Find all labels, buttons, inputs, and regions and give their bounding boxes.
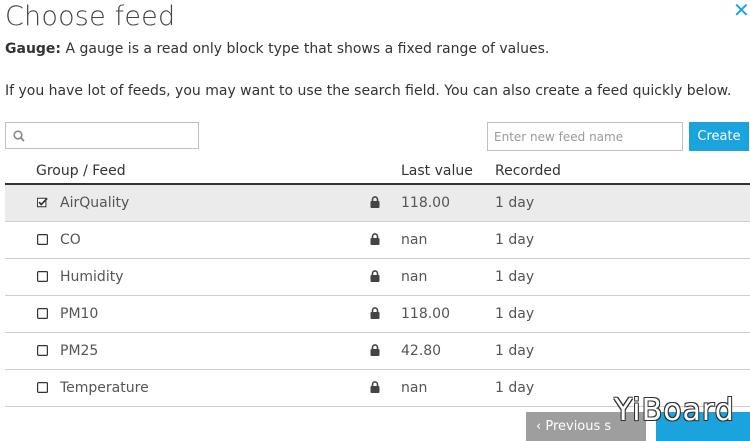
table-row[interactable]: PM10 118.00 1 day: [5, 296, 750, 333]
feed-name: PM10: [60, 306, 99, 322]
checkbox-icon[interactable]: [37, 271, 48, 282]
feed-name: Temperature: [60, 380, 149, 396]
close-icon[interactable]: ✕: [733, 0, 750, 20]
table-row[interactable]: PM25 42.80 1 day: [5, 333, 750, 370]
recorded: 1 day: [495, 269, 535, 285]
checkbox-icon[interactable]: [37, 234, 48, 245]
last-value: 118.00: [401, 195, 450, 211]
search-icon: [13, 130, 25, 142]
last-value: 42.80: [401, 343, 442, 359]
recorded: 1 day: [495, 306, 535, 322]
lock-icon: [370, 270, 380, 282]
feed-name: Humidity: [60, 269, 124, 285]
block-description: Gauge: A gauge is a read only block type…: [5, 41, 549, 57]
page-title: Choose feed: [5, 1, 176, 32]
lock-icon: [370, 196, 380, 208]
block-type-text: A gauge is a read only block type that s…: [61, 41, 550, 57]
header-group-feed: Group / Feed: [36, 163, 126, 179]
create-button[interactable]: Create: [689, 122, 749, 151]
feed-name: CO: [60, 232, 81, 248]
info-text: If you have lot of feeds, you may want t…: [5, 83, 732, 99]
new-feed-name-input[interactable]: [487, 122, 683, 151]
lock-icon: [370, 344, 380, 356]
lock-icon: [370, 307, 380, 319]
last-value: nan: [401, 380, 428, 396]
last-value: nan: [401, 269, 428, 285]
last-value: 118.00: [401, 306, 450, 322]
watermark-logo: YiBoard: [614, 393, 735, 428]
feed-name: PM25: [60, 343, 99, 359]
header-recorded: Recorded: [495, 163, 561, 179]
search-input[interactable]: [32, 125, 196, 148]
lock-icon: [370, 381, 380, 393]
recorded: 1 day: [495, 343, 535, 359]
checkbox-icon[interactable]: [37, 382, 48, 393]
header-last-value: Last value: [401, 163, 473, 179]
checkbox-checked-icon[interactable]: [37, 197, 48, 208]
lock-icon: [370, 233, 380, 245]
table-row[interactable]: AirQuality 118.00 1 day: [5, 185, 750, 222]
recorded: 1 day: [495, 232, 535, 248]
table-row[interactable]: CO nan 1 day: [5, 222, 750, 259]
feed-table: Group / Feed Last value Recorded AirQual…: [5, 160, 750, 407]
block-type-label: Gauge:: [5, 41, 62, 57]
last-value: nan: [401, 232, 428, 248]
recorded: 1 day: [495, 195, 535, 211]
table-row[interactable]: Humidity nan 1 day: [5, 259, 750, 296]
recorded: 1 day: [495, 380, 535, 396]
table-header: Group / Feed Last value Recorded: [5, 160, 750, 185]
search-box: [5, 122, 199, 149]
checkbox-icon[interactable]: [37, 308, 48, 319]
checkbox-icon[interactable]: [37, 345, 48, 356]
feed-name: AirQuality: [60, 195, 130, 211]
